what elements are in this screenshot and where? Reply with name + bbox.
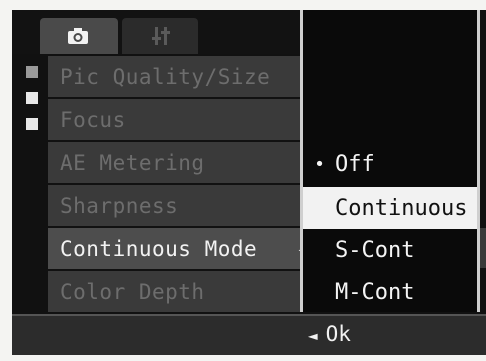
option-label: Continuous xyxy=(335,195,468,221)
option-label: Off xyxy=(335,151,375,177)
scroll-markers xyxy=(26,66,42,144)
tab-setup[interactable] xyxy=(122,18,198,54)
left-arrow-icon: ◄ xyxy=(308,326,318,345)
menu-item-label: Pic Quality/Size xyxy=(60,64,271,89)
menu-item-ae-metering[interactable]: AE Metering xyxy=(48,142,310,183)
menu-item-label: AE Metering xyxy=(60,150,205,175)
menu-item-focus[interactable]: Focus xyxy=(48,99,310,140)
option-off[interactable]: • Off xyxy=(303,143,477,185)
option-label: M-Cont xyxy=(335,279,415,305)
continuous-mode-dropdown: • Off Continuous S-Cont M-Cont xyxy=(300,10,480,312)
menu-item-color-depth[interactable]: Color Depth xyxy=(48,271,310,312)
page-marker xyxy=(26,66,38,78)
menu-item-label: Continuous Mode xyxy=(60,236,258,261)
ok-button[interactable]: ◄ Ok xyxy=(308,322,351,346)
menu-item-label: Focus xyxy=(60,107,126,132)
option-m-cont[interactable]: M-Cont xyxy=(303,271,477,313)
camera-menu-screen: Pic Quality/Size Focus AE Metering Sharp… xyxy=(12,10,486,355)
menu-item-continuous-mode[interactable]: Continuous Mode ◀ xyxy=(48,228,310,269)
page-marker xyxy=(26,92,38,104)
option-label: S-Cont xyxy=(335,237,415,263)
option-continuous[interactable]: Continuous xyxy=(303,187,477,229)
menu-tabs xyxy=(12,10,302,54)
menu-item-label: Color Depth xyxy=(60,279,205,304)
menu-item-label: Sharpness xyxy=(60,193,179,218)
setup-icon xyxy=(152,27,170,45)
menu-item-pic-quality[interactable]: Pic Quality/Size xyxy=(48,56,310,97)
current-value-dot-icon: • xyxy=(314,153,325,175)
option-s-cont[interactable]: S-Cont xyxy=(303,229,477,271)
page-marker xyxy=(26,118,38,130)
settings-menu: Pic Quality/Size Focus AE Metering Sharp… xyxy=(48,56,310,314)
camera-icon xyxy=(68,28,88,44)
ok-label: Ok xyxy=(325,322,351,346)
footer-bar: ◄ Ok xyxy=(12,314,486,355)
menu-item-sharpness[interactable]: Sharpness xyxy=(48,185,310,226)
tab-camera[interactable] xyxy=(40,18,118,54)
